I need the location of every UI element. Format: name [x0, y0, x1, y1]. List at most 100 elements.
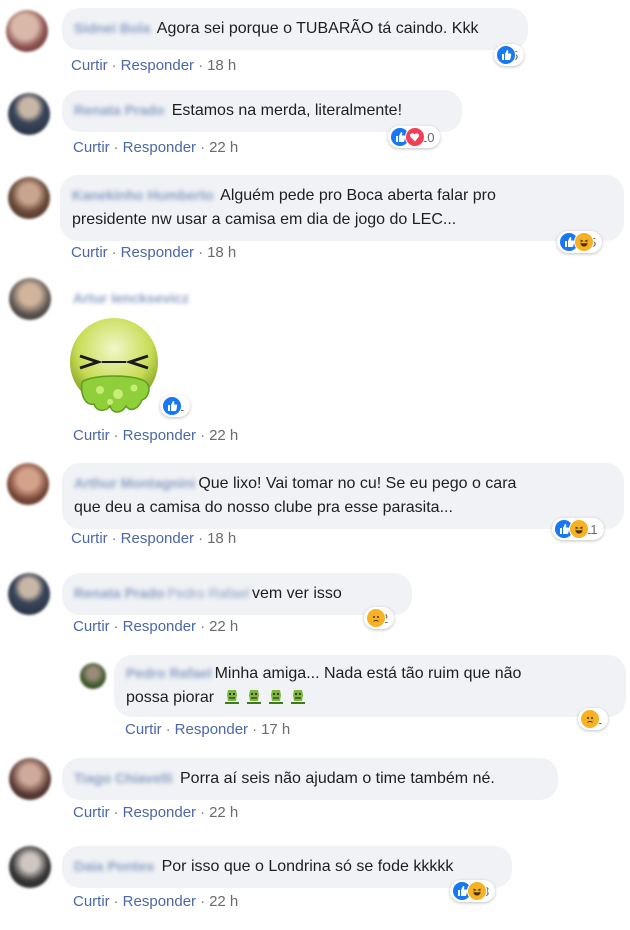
- like-button[interactable]: Curtir: [125, 721, 162, 738]
- comment-bubble: Arthur Montagnini Que lixo! Vai tomar no …: [62, 463, 624, 529]
- comment-text: vem ver isso: [251, 585, 342, 602]
- comment-author[interactable]: Kanekinho Humberto: [72, 187, 214, 203]
- separator: ·: [200, 139, 206, 156]
- avatar[interactable]: [8, 573, 50, 615]
- haha-reaction-icon: [574, 232, 594, 252]
- like-button[interactable]: Curtir: [71, 57, 108, 74]
- comment-author[interactable]: Pedro Rafael: [126, 665, 212, 681]
- nauseated-face-icon: [268, 690, 283, 704]
- comment-bubble: Daia Pontes Por isso que o Londrina só s…: [62, 846, 512, 888]
- reply-button[interactable]: Responder: [123, 804, 196, 821]
- reply-button[interactable]: Responder: [123, 893, 196, 910]
- comment-text: presidente nw usar a camisa em dia de jo…: [72, 211, 457, 228]
- timestamp[interactable]: 22 h: [209, 139, 238, 156]
- comment-actions: Curtir · Responder · 22 h: [73, 618, 238, 635]
- separator: ·: [111, 57, 117, 74]
- separator: ·: [111, 530, 117, 547]
- separator: ·: [113, 427, 119, 444]
- reaction-summary[interactable]: 1: [578, 708, 609, 730]
- comment-actions: Curtir · Responder · 17 h: [125, 721, 290, 738]
- reply-button[interactable]: Responder: [121, 57, 194, 74]
- like-button[interactable]: Curtir: [73, 139, 110, 156]
- reaction-summary[interactable]: 5: [494, 44, 525, 66]
- comment-actions: Curtir · Responder · 18 h: [71, 57, 236, 74]
- comment-actions: Curtir · Responder · 22 h: [73, 427, 238, 444]
- reaction-summary[interactable]: 5: [557, 231, 603, 253]
- comment-text: Estamos na merda, literalmente!: [171, 102, 403, 119]
- comment-text: Porra aí seis não ajudam o time também n…: [180, 770, 495, 787]
- love-reaction-icon: [405, 127, 425, 147]
- reaction-summary[interactable]: 11: [552, 518, 604, 540]
- comment-text: Alguém pede pro Boca aberta falar pro: [220, 187, 496, 204]
- comment-author[interactable]: Renata Prado: [74, 102, 164, 118]
- haha-reaction-icon: [467, 881, 487, 901]
- comment-text: possa piorar: [126, 689, 215, 706]
- reply-button[interactable]: Responder: [175, 721, 248, 738]
- separator: ·: [198, 244, 204, 261]
- avatar[interactable]: [8, 93, 50, 135]
- comment-author[interactable]: Sidnei Bola: [74, 20, 150, 36]
- reply-bubble: Pedro Rafael Minha amiga... Nada está tão…: [114, 655, 626, 717]
- comment-author[interactable]: Daia Pontes: [74, 858, 154, 874]
- reply-button[interactable]: Responder: [123, 618, 196, 635]
- separator: ·: [111, 244, 117, 261]
- tagged-user[interactable]: Pedro Rafael: [167, 585, 249, 601]
- timestamp[interactable]: 22 h: [209, 618, 238, 635]
- avatar[interactable]: [9, 278, 51, 320]
- avatar[interactable]: [9, 846, 51, 888]
- separator: ·: [198, 57, 204, 74]
- timestamp[interactable]: 22 h: [209, 893, 238, 910]
- avatar[interactable]: [6, 10, 48, 52]
- avatar[interactable]: [9, 758, 51, 800]
- separator: ·: [113, 893, 119, 910]
- reply-button[interactable]: Responder: [121, 530, 194, 547]
- like-button[interactable]: Curtir: [73, 427, 110, 444]
- avatar[interactable]: [80, 663, 106, 689]
- reaction-summary[interactable]: 1: [160, 395, 191, 417]
- comment-text: Por isso que o Londrina só se fode kkkkk: [161, 858, 454, 875]
- like-button[interactable]: Curtir: [71, 530, 108, 547]
- comment-actions: Curtir · Responder · 18 h: [71, 244, 236, 261]
- avatar[interactable]: [7, 463, 49, 505]
- like-button[interactable]: Curtir: [73, 804, 110, 821]
- nauseated-face-icon: [224, 690, 239, 704]
- reply-button[interactable]: Responder: [121, 244, 194, 261]
- timestamp[interactable]: 18 h: [207, 57, 236, 74]
- comment-text: que deu a camisa do nosso clube pra esse…: [74, 499, 453, 516]
- comment-actions: Curtir · Responder · 22 h: [73, 893, 238, 910]
- reaction-summary[interactable]: 2: [364, 607, 395, 629]
- separator: ·: [113, 618, 119, 635]
- timestamp[interactable]: 22 h: [209, 804, 238, 821]
- timestamp[interactable]: 22 h: [209, 427, 238, 444]
- comment-text: Agora sei porque o TUBARÃO tá caindo. Kk…: [156, 20, 479, 37]
- reaction-summary[interactable]: 8: [450, 880, 496, 902]
- nauseated-face-icon: [246, 690, 261, 704]
- comment-bubble: Kanekinho Humberto Alguém pede pro Boca …: [60, 175, 624, 241]
- separator: ·: [165, 721, 171, 738]
- timestamp[interactable]: 18 h: [207, 530, 236, 547]
- separator: ·: [198, 530, 204, 547]
- comment-author[interactable]: Renata Prado: [74, 585, 164, 601]
- like-button[interactable]: Curtir: [73, 893, 110, 910]
- sad-reaction-icon: [366, 608, 386, 628]
- like-button[interactable]: Curtir: [71, 244, 108, 261]
- separator: ·: [200, 804, 206, 821]
- timestamp[interactable]: 17 h: [261, 721, 290, 738]
- avatar[interactable]: [8, 177, 50, 219]
- reply-button[interactable]: Responder: [123, 427, 196, 444]
- vomiting-sticker: [70, 318, 158, 413]
- comment-text: Minha amiga... Nada está tão ruim que nã…: [214, 665, 522, 682]
- haha-reaction-icon: [569, 519, 589, 539]
- reaction-summary[interactable]: 10: [388, 126, 441, 148]
- comment-bubble: Sidnei Bola Agora sei porque o TUBARÃO t…: [62, 8, 528, 50]
- nauseated-face-icon: [290, 690, 305, 704]
- reply-button[interactable]: Responder: [123, 139, 196, 156]
- comment-author[interactable]: Artur Iencksevicz: [73, 290, 189, 306]
- comment-text: Que lixo! Vai tomar no cu! Se eu pego o …: [198, 475, 517, 492]
- separator: ·: [113, 139, 119, 156]
- timestamp[interactable]: 18 h: [207, 244, 236, 261]
- like-button[interactable]: Curtir: [73, 618, 110, 635]
- separator: ·: [200, 427, 206, 444]
- comment-author[interactable]: Arthur Montagnini: [74, 475, 195, 491]
- comment-author[interactable]: Tiago Chiavelli: [74, 770, 173, 786]
